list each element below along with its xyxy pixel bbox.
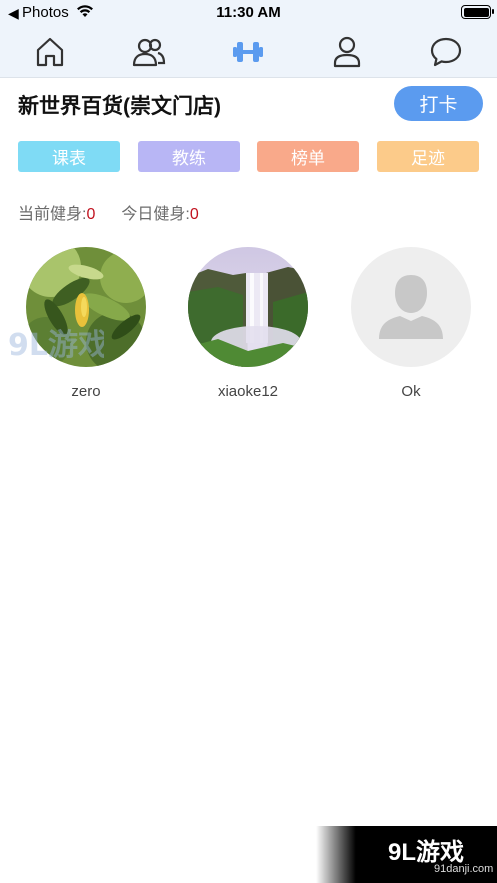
member-avatar[interactable]	[188, 247, 308, 367]
schedule-button[interactable]: 课表	[18, 141, 120, 172]
member-name: xiaoke12	[217, 383, 279, 400]
footer-watermark: 9L游戏 91danji.com	[316, 826, 497, 883]
group-icon	[132, 38, 166, 67]
coach-button[interactable]: 教练	[138, 141, 240, 172]
nav-home[interactable]	[30, 32, 70, 72]
ranking-button[interactable]: 榜单	[257, 141, 359, 172]
default-user-icon	[379, 275, 443, 339]
chat-bubble-icon	[430, 37, 462, 67]
watermark-logo-text: 9L游戏	[388, 839, 465, 866]
nav-profile[interactable]	[327, 32, 367, 72]
current-fitness-label: 当前健身:	[18, 206, 87, 223]
member-avatar[interactable]	[351, 247, 471, 367]
nav-fitness[interactable]	[228, 32, 268, 72]
store-title: 新世界百货(崇文门店)	[18, 95, 221, 118]
status-bar: ◀ Photos 11:30 AM	[0, 0, 497, 26]
member-card[interactable]: xiaoke12	[188, 247, 308, 400]
profile-icon	[333, 36, 361, 68]
top-nav	[0, 26, 497, 78]
member-card[interactable]: Ok	[351, 247, 471, 400]
member-card[interactable]: zero	[26, 247, 146, 400]
footprint-button[interactable]: 足迹	[377, 141, 479, 172]
svg-text:9L游戏: 9L游戏	[8, 328, 104, 361]
dumbbell-icon	[233, 42, 263, 62]
checkin-button[interactable]: 打卡	[394, 86, 483, 121]
current-fitness-count: 0	[86, 206, 96, 223]
today-fitness-label: 今日健身:	[121, 206, 190, 223]
watermark-site: 91danji.com	[434, 863, 494, 875]
today-fitness-count: 0	[189, 206, 199, 223]
fitness-stats: 当前健身:0 今日健身:0	[18, 200, 199, 224]
waterfall-photo	[188, 247, 308, 367]
clock: 11:30 AM	[216, 4, 281, 21]
member-name: zero	[71, 383, 101, 400]
member-name: Ok	[401, 383, 421, 400]
home-icon	[36, 37, 64, 67]
battery-icon	[461, 5, 494, 19]
nav-messages[interactable]	[426, 32, 466, 72]
watermark-logo: 9L游戏	[8, 325, 108, 366]
nav-group[interactable]	[129, 32, 169, 72]
